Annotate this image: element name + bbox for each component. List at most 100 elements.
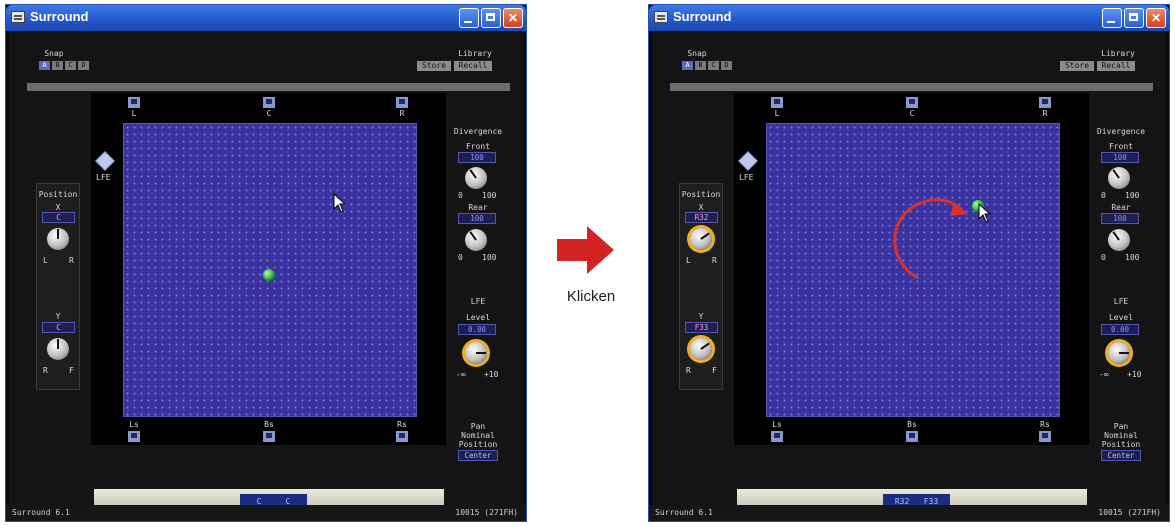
speaker-ls-icon: Ls (771, 420, 783, 442)
speaker-l-icon: L (128, 97, 140, 118)
divergence-front-knob[interactable] (465, 167, 487, 189)
lfe-level-value[interactable]: 0.00 (1101, 324, 1139, 335)
lfe-speaker-icon (95, 151, 115, 171)
snap-button-b[interactable]: B (52, 61, 63, 70)
library-label: Library (1101, 49, 1135, 58)
divergence-rear-label: Rear (468, 203, 488, 212)
lfe-level-knob[interactable] (465, 342, 487, 364)
position-x-value[interactable]: C (42, 212, 75, 223)
position-y-knob[interactable] (47, 338, 69, 360)
position-panel: Position X C L R Y C R F (36, 183, 80, 390)
divergence-rear-value[interactable]: 100 (458, 213, 496, 224)
close-button[interactable]: ✕ (1146, 8, 1166, 28)
divergence-front-label: Front (1108, 142, 1134, 151)
divergence-front-value[interactable]: 100 (1101, 152, 1139, 163)
rear-max-label: 100 (482, 253, 497, 262)
library-label: Library (458, 49, 492, 58)
rear-min-label: 0 (458, 253, 463, 262)
recall-button[interactable]: Recall (1097, 61, 1135, 71)
position-y-label: Y (55, 312, 61, 321)
x-left-label: L (686, 256, 691, 265)
y-right-label: F (712, 366, 717, 375)
close-button[interactable]: ✕ (503, 8, 523, 28)
pan-label: Pan (470, 422, 486, 431)
pan-nominal-position-value[interactable]: Center (458, 450, 498, 461)
surround-window-after: Surround ✕ Snap A B C D Library Store Re… (648, 4, 1170, 522)
speaker-r-icon: R (396, 97, 408, 118)
snap-button-b[interactable]: B (695, 61, 706, 70)
surround-window-before: Surround ✕ Snap A B C D Library Store Re… (5, 4, 527, 522)
speaker-bs-icon: Bs (263, 420, 275, 442)
divergence-rear-knob[interactable] (1108, 229, 1130, 251)
right-arrow-icon (557, 226, 614, 274)
maximize-button[interactable] (1124, 8, 1144, 28)
speaker-bs-icon: Bs (906, 420, 918, 442)
position-y-label: Y (698, 312, 704, 321)
divergence-rear-label: Rear (1111, 203, 1131, 212)
snap-button-a[interactable]: A (39, 61, 50, 70)
pan-label: Pan (1113, 422, 1129, 431)
divergence-title: Divergence (1096, 127, 1146, 136)
snap-button-a[interactable]: A (682, 61, 693, 70)
position-label: Position (1101, 440, 1141, 449)
position-y-value[interactable]: C (42, 322, 75, 333)
status-left: Surround 6.1 (12, 508, 70, 517)
speaker-r-icon: R (1039, 97, 1051, 118)
front-min-label: 0 (1101, 191, 1106, 200)
position-title: Position (38, 190, 78, 199)
lfe-level-value[interactable]: 0.00 (458, 324, 496, 335)
divergence-rear-knob[interactable] (465, 229, 487, 251)
snap-label: Snap (44, 49, 64, 58)
position-x-value[interactable]: R32 (685, 212, 718, 223)
minimize-button[interactable] (459, 8, 479, 28)
store-button[interactable]: Store (417, 61, 451, 71)
title-bar: Surround ✕ (649, 5, 1169, 31)
speaker-ls-icon: Ls (128, 420, 140, 442)
lfe-max-label: +10 (484, 370, 499, 379)
divergence-front-value[interactable]: 100 (458, 152, 496, 163)
x-left-label: L (43, 256, 48, 265)
app-icon (654, 11, 668, 23)
position-x-knob[interactable] (690, 228, 712, 250)
rear-max-label: 100 (1125, 253, 1140, 262)
position-y-value[interactable]: F33 (685, 322, 718, 333)
snap-button-c[interactable]: C (65, 61, 76, 70)
snap-button-c[interactable]: C (708, 61, 719, 70)
position-x-label: X (698, 203, 704, 212)
pan-position-dot[interactable] (263, 269, 275, 281)
speaker-l-icon: L (771, 97, 783, 118)
divergence-rear-value[interactable]: 100 (1101, 213, 1139, 224)
position-x-knob[interactable] (47, 228, 69, 250)
lfe-level-knob[interactable] (1108, 342, 1130, 364)
window-title: Surround (673, 9, 732, 24)
store-button[interactable]: Store (1060, 61, 1094, 71)
lfe-max-label: +10 (1127, 370, 1142, 379)
lfe-min-label: -∞ (456, 370, 466, 379)
snap-button-d[interactable]: D (78, 61, 89, 70)
maximize-button[interactable] (481, 8, 501, 28)
status-right: 10015 (271FH) (1098, 508, 1161, 517)
status-right: 10015 (271FH) (455, 508, 518, 517)
surround-panner: L C R LFE Ls Bs Rs (734, 93, 1089, 445)
speaker-rs-icon: Rs (1039, 420, 1051, 442)
divergence-title: Divergence (453, 127, 503, 136)
lfe-speaker-icon (738, 151, 758, 171)
header-strip (27, 83, 510, 91)
divergence-front-knob[interactable] (1108, 167, 1130, 189)
y-left-label: R (43, 366, 48, 375)
lfe-min-label: -∞ (1099, 370, 1109, 379)
pan-nominal-position-value[interactable]: Center (1101, 450, 1141, 461)
nominal-label: Nominal (461, 431, 495, 440)
header-strip (670, 83, 1153, 91)
snap-button-d[interactable]: D (721, 61, 732, 70)
right-controls: Divergence Front 100 0 100 Rear 100 0 10… (1093, 127, 1147, 497)
lfe-title: LFE (470, 297, 486, 306)
minimize-button[interactable] (1102, 8, 1122, 28)
window-title: Surround (30, 9, 89, 24)
position-y-knob[interactable] (690, 338, 712, 360)
lfe-speaker-label: LFE (739, 173, 754, 182)
surround-panner: L C R LFE Ls Bs Rs (91, 93, 446, 445)
lfe-title: LFE (1113, 297, 1129, 306)
recall-button[interactable]: Recall (454, 61, 492, 71)
right-controls: Divergence Front 100 0 100 Rear 100 0 10… (450, 127, 504, 497)
